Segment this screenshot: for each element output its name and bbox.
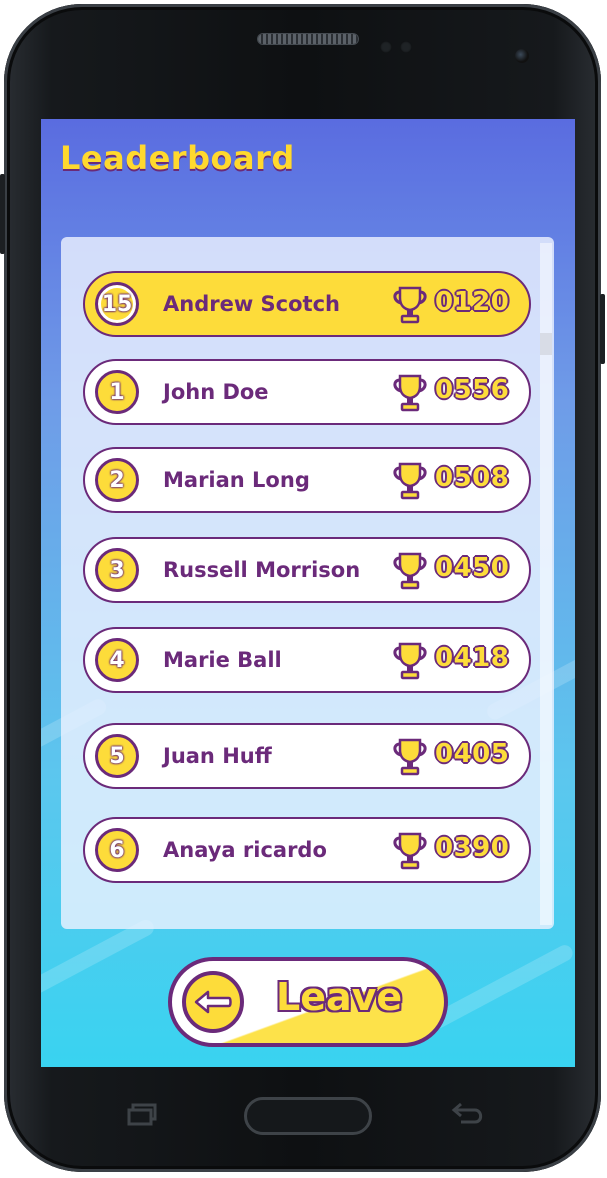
background-decoration xyxy=(41,917,157,997)
player-score: 0405 xyxy=(435,739,510,769)
player-score: 0556 xyxy=(435,375,510,405)
leave-button-label: Leave xyxy=(276,975,403,1019)
player-name: Andrew Scotch xyxy=(163,292,340,316)
recent-apps-icon[interactable] xyxy=(124,1102,160,1128)
back-icon[interactable] xyxy=(449,1101,489,1129)
leaderboard-row[interactable]: 5 Juan Huff 0405 xyxy=(83,723,531,789)
power-button xyxy=(600,294,605,364)
arrow-left-glyph xyxy=(194,990,232,1014)
rank-badge: 3 xyxy=(95,548,139,592)
background-decoration xyxy=(426,942,575,1032)
earpiece-speaker xyxy=(258,34,358,44)
rank-badge: 2 xyxy=(95,458,139,502)
light-sensor xyxy=(400,41,412,53)
leaderboard-panel[interactable]: 15 Andrew Scotch 0120 1 John Doe 0556 2 … xyxy=(61,237,554,929)
phone-frame: Leaderboard 15 Andrew Scotch 0120 1 John… xyxy=(0,4,605,1172)
trophy-icon xyxy=(393,462,427,500)
game-screen: Leaderboard 15 Andrew Scotch 0120 1 John… xyxy=(41,119,575,1067)
player-name: Marian Long xyxy=(163,468,310,492)
page-title: Leaderboard xyxy=(60,139,295,177)
leaderboard-row[interactable]: 2 Marian Long 0508 xyxy=(83,447,531,513)
trophy-icon xyxy=(393,552,427,590)
player-score: 0120 xyxy=(435,287,510,317)
front-camera xyxy=(515,49,529,63)
player-name: John Doe xyxy=(163,380,269,404)
trophy-icon xyxy=(393,832,427,870)
volume-button xyxy=(0,174,5,254)
player-name: Russell Morrison xyxy=(163,558,361,582)
trophy-icon xyxy=(393,286,427,324)
player-name: Marie Ball xyxy=(163,648,282,672)
trophy-icon xyxy=(393,738,427,776)
leaderboard-row[interactable]: 6 Anaya ricardo 0390 xyxy=(83,817,531,883)
trophy-icon xyxy=(393,642,427,680)
arrow-left-icon xyxy=(182,971,244,1033)
leaderboard-row[interactable]: 3 Russell Morrison 0450 xyxy=(83,537,531,603)
player-score: 0418 xyxy=(435,643,510,673)
home-button[interactable] xyxy=(244,1097,372,1135)
player-name: Juan Huff xyxy=(163,744,272,768)
player-score: 0450 xyxy=(435,553,510,583)
scrollbar-thumb[interactable] xyxy=(540,333,552,355)
player-score: 0390 xyxy=(435,833,510,863)
rank-badge: 6 xyxy=(95,828,139,872)
trophy-icon xyxy=(393,374,427,412)
proximity-sensor xyxy=(380,41,392,53)
rank-badge: 4 xyxy=(95,638,139,682)
current-player-row[interactable]: 15 Andrew Scotch 0120 xyxy=(83,271,531,337)
player-name: Anaya ricardo xyxy=(163,838,327,862)
rank-badge: 1 xyxy=(95,370,139,414)
leave-button[interactable]: Leave xyxy=(168,957,448,1047)
leaderboard-row[interactable]: 1 John Doe 0556 xyxy=(83,359,531,425)
rank-badge: 5 xyxy=(95,734,139,778)
player-score: 0508 xyxy=(435,463,510,493)
rank-badge: 15 xyxy=(95,282,139,326)
scrollbar[interactable] xyxy=(540,243,552,925)
leaderboard-row[interactable]: 4 Marie Ball 0418 xyxy=(83,627,531,693)
